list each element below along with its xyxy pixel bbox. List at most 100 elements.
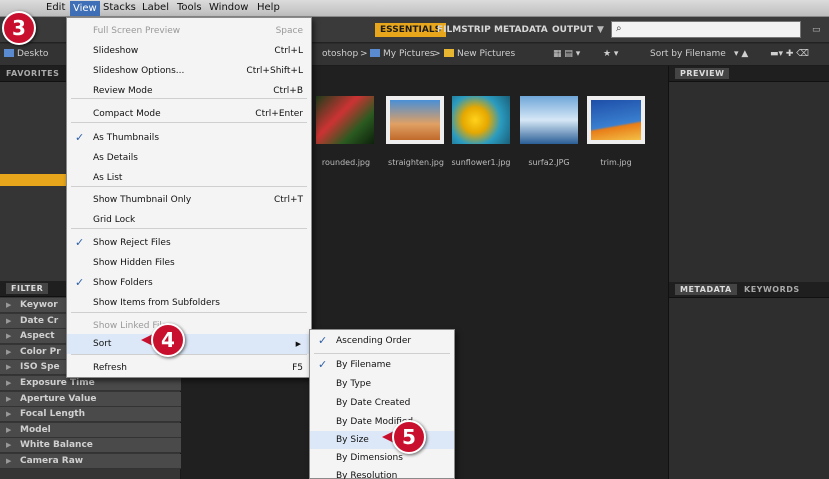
- favorites-selected-item[interactable]: [0, 174, 67, 186]
- view-menu-item[interactable]: Slideshow Options... Ctrl+Shift+L: [67, 61, 311, 81]
- sort-menu-item[interactable]: By Type: [310, 375, 454, 393]
- sort-direction-icon[interactable]: ▾ ▲: [734, 49, 748, 59]
- breadcrumb-separator: >: [360, 49, 368, 59]
- sort-menu-item-label: By Filename: [336, 360, 391, 370]
- thumbnail-image: [316, 96, 374, 144]
- view-menu-item[interactable]: As List: [67, 168, 311, 188]
- view-menu-item[interactable]: Show Thumbnail Only Ctrl+T: [67, 190, 311, 210]
- view-menu-item[interactable]: ✓ Show Folders: [67, 273, 311, 293]
- metadata-button[interactable]: METADATA: [494, 23, 548, 37]
- view-menu-item-label: As List: [93, 173, 123, 183]
- checkmark-icon: ✓: [318, 358, 328, 371]
- thumbnail-caption: rounded.jpg: [321, 158, 371, 167]
- menu-stacks[interactable]: Stacks: [103, 2, 136, 13]
- thumbnail-image: [520, 96, 578, 144]
- filter-category-label: Aspect: [20, 331, 55, 342]
- star-filter-icon[interactable]: ★ ▾: [603, 49, 618, 59]
- view-menu-item[interactable]: As Details: [67, 148, 311, 168]
- thumbnail-straighten[interactable]: [386, 96, 444, 144]
- expand-icon: ▶: [6, 425, 12, 434]
- view-menu-item[interactable]: Show Items from Subfolders: [67, 293, 311, 313]
- search-icon: ⌕: [616, 23, 622, 34]
- output-button[interactable]: OUTPUT: [552, 23, 593, 37]
- view-menu-item-label: As Details: [93, 153, 138, 163]
- view-menu-item-label: Show Items from Subfolders: [93, 298, 220, 308]
- view-menu-item[interactable]: Show Hidden Files: [67, 253, 311, 273]
- filter-category[interactable]: ▶ Focal Length: [0, 407, 181, 423]
- filter-category[interactable]: ▶ Aperture Value: [0, 391, 181, 407]
- checkmark-icon: ✓: [75, 131, 85, 144]
- chevron-down-icon[interactable]: ▼: [597, 23, 604, 37]
- essentials-button[interactable]: ESSENTIALS: [375, 23, 447, 37]
- view-menu-item[interactable]: Full Screen Preview Space: [67, 21, 311, 41]
- checkmark-icon: ✓: [75, 276, 85, 289]
- thumbnail-surfa2[interactable]: [520, 96, 578, 144]
- sort-menu-item[interactable]: By Date Modified: [310, 413, 454, 431]
- breadcrumb-desktop[interactable]: Deskto: [4, 49, 48, 59]
- sort-menu-item-label: Ascending Order: [336, 336, 412, 346]
- sort-menu-item[interactable]: By Dimensions: [310, 449, 454, 467]
- compact-mode-icon[interactable]: ▭: [812, 23, 821, 37]
- view-menu-item[interactable]: Compact Mode Ctrl+Enter: [67, 104, 311, 124]
- view-menu-item-label: Show Folders: [93, 278, 153, 288]
- sort-menu-item-label: By Dimensions: [336, 453, 403, 463]
- preview-panel-header[interactable]: PREVIEW: [669, 66, 829, 82]
- expand-icon: ▶: [6, 316, 12, 325]
- menu-separator: [71, 98, 307, 99]
- thumbnail-rounded[interactable]: [316, 96, 374, 144]
- step-badge-4: 4: [151, 323, 185, 357]
- view-menu-item[interactable]: Refresh F5: [67, 358, 311, 378]
- sort-menu-item-label: By Type: [336, 379, 372, 389]
- breadcrumb-photoshop[interactable]: otoshop: [322, 49, 358, 59]
- thumbnail-trim[interactable]: [587, 96, 645, 144]
- filter-category[interactable]: ▶ White Balance: [0, 438, 181, 454]
- sort-dropdown[interactable]: Sort by Filename: [650, 49, 726, 59]
- recent-folder-icon[interactable]: ▬▾ ✚ ⌫: [770, 49, 809, 59]
- menu-edit[interactable]: Edit: [46, 2, 65, 13]
- filmstrip-button[interactable]: FILMSTRIP: [437, 23, 491, 37]
- view-menu-item[interactable]: Slideshow Ctrl+L: [67, 41, 311, 61]
- thumbnail-caption: straighten.jpg: [388, 158, 444, 167]
- submenu-arrow-icon: ▶: [295, 340, 301, 348]
- view-menu-item-label: Slideshow Options...: [93, 66, 185, 76]
- filter-category[interactable]: ▶ Model: [0, 422, 181, 438]
- breadcrumb-my-pictures[interactable]: My Pictures: [370, 49, 435, 59]
- desktop-icon: [4, 49, 14, 57]
- expand-icon: ▶: [6, 347, 12, 356]
- view-toggle-icon[interactable]: ▦ ▤ ▾: [553, 49, 580, 59]
- view-menu-item-label: Review Mode: [93, 86, 153, 96]
- menu-tools[interactable]: Tools: [177, 2, 202, 13]
- sort-menu-item[interactable]: By Date Created: [310, 394, 454, 412]
- sort-menu-item[interactable]: By Resolution: [310, 467, 454, 479]
- thumbnail-caption: trim.jpg: [600, 158, 632, 167]
- view-menu-item[interactable]: Show Linked Files: [67, 316, 311, 336]
- view-menu-item-label: Grid Lock: [93, 215, 136, 225]
- filter-category-label: Model: [20, 424, 51, 435]
- view-menu-item[interactable]: ✓ Show Reject Files: [67, 233, 311, 253]
- filter-category-label: Keywor: [20, 300, 58, 310]
- filter-category[interactable]: ▶ Exposure Time: [0, 376, 181, 391]
- menu-label[interactable]: Label: [142, 2, 169, 13]
- filter-category[interactable]: ▶ Camera Raw: [0, 454, 181, 469]
- breadcrumb-new-pictures[interactable]: New Pictures: [444, 49, 515, 59]
- menu-window[interactable]: Window: [209, 2, 248, 13]
- view-menu-item[interactable]: ✓ As Thumbnails: [67, 128, 311, 148]
- view-menu-item-label: Refresh: [93, 363, 127, 373]
- menu-separator: [314, 353, 450, 354]
- menu-help[interactable]: Help: [257, 2, 280, 13]
- pictures-icon: [370, 49, 380, 57]
- menu-view[interactable]: View: [70, 1, 100, 16]
- sort-menu-item[interactable]: ✓ By Filename: [310, 356, 454, 374]
- menu-separator: [71, 186, 307, 187]
- checkmark-icon: ✓: [75, 236, 85, 249]
- sort-menu-item[interactable]: ✓ Ascending Order: [310, 332, 454, 350]
- view-menu-item[interactable]: Grid Lock: [67, 210, 311, 230]
- view-menu-item-shortcut: Ctrl+Enter: [255, 109, 303, 119]
- view-menu-item-shortcut: Ctrl+T: [273, 195, 303, 205]
- right-panel: PREVIEW METADATA KEYWORDS: [668, 66, 829, 479]
- view-menu-item-label: Sort: [93, 339, 112, 349]
- thumbnail-sunflower[interactable]: [452, 96, 510, 144]
- view-menu-item[interactable]: Sort ▶: [67, 334, 311, 354]
- search-input[interactable]: ⌕: [611, 21, 801, 38]
- metadata-panel-header[interactable]: METADATA KEYWORDS: [669, 282, 829, 298]
